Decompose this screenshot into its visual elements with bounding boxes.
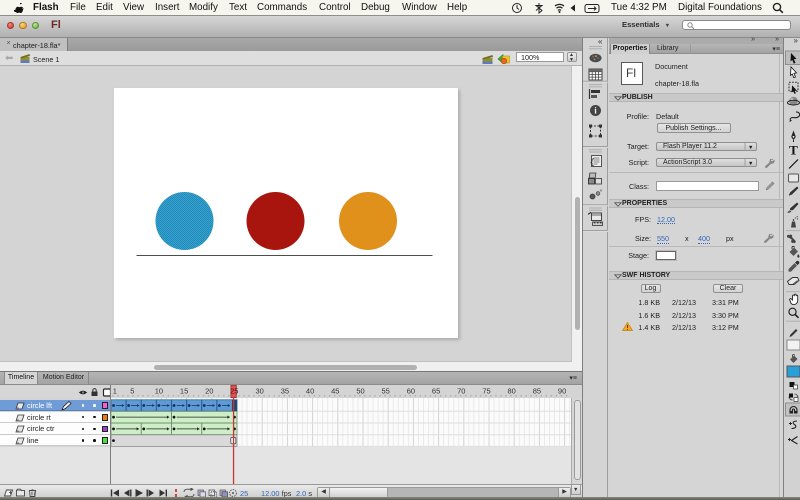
svg-text:85: 85 <box>533 387 541 396</box>
svg-text:90: 90 <box>558 387 566 396</box>
svg-text:35: 35 <box>281 387 289 396</box>
svg-text:15: 15 <box>180 387 188 396</box>
svg-text:T: T <box>789 143 798 158</box>
svg-text:75: 75 <box>482 387 490 396</box>
svg-text:25: 25 <box>230 387 238 396</box>
svg-text:55: 55 <box>382 387 390 396</box>
svg-text:30: 30 <box>256 387 264 396</box>
svg-text:70: 70 <box>457 387 465 396</box>
svg-text:40: 40 <box>306 387 314 396</box>
svg-text:60: 60 <box>407 387 415 396</box>
svg-text:5: 5 <box>130 387 134 396</box>
svg-text:65: 65 <box>432 387 440 396</box>
svg-text:45: 45 <box>331 387 339 396</box>
svg-text:80: 80 <box>508 387 516 396</box>
svg-text:{: { <box>590 158 595 168</box>
svg-text:1: 1 <box>113 387 117 396</box>
svg-text:50: 50 <box>356 387 364 396</box>
svg-text:20: 20 <box>205 387 213 396</box>
svg-text:10: 10 <box>155 387 163 396</box>
